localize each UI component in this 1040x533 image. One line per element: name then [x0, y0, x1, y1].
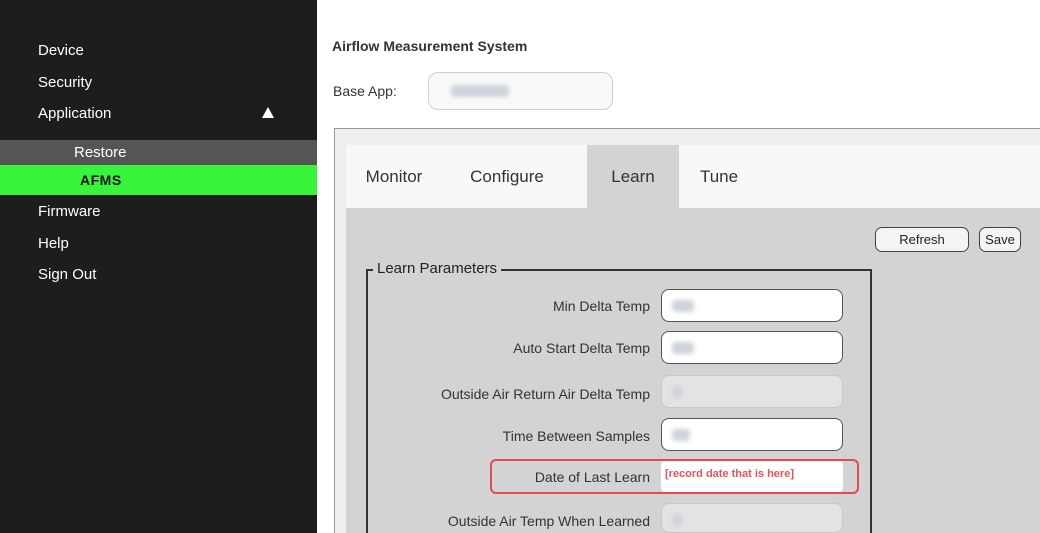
auto-start-delta-temp-field[interactable] — [661, 331, 843, 364]
oa-temp-when-learned-label: Outside Air Temp When Learned — [447, 513, 650, 529]
min-delta-temp-field[interactable] — [661, 289, 843, 322]
page-title: Airflow Measurement System — [332, 38, 528, 54]
redacted-value — [672, 300, 694, 312]
oa-temp-when-learned-field — [661, 503, 843, 533]
oa-ra-delta-temp-label: Outside Air Return Air Delta Temp — [440, 386, 650, 402]
base-app-field[interactable] — [428, 72, 613, 110]
learn-parameters-legend: Learn Parameters — [373, 260, 502, 277]
sidebar-item-restore[interactable]: Restore — [0, 140, 317, 165]
sidebar-item-firmware[interactable]: Firmware — [38, 203, 101, 221]
sidebar-item-help[interactable]: Help — [38, 235, 69, 253]
sidebar-item-afms[interactable]: AFMS — [0, 165, 317, 195]
refresh-button[interactable]: Refresh — [875, 227, 969, 252]
redacted-value — [672, 514, 682, 526]
redacted-value — [672, 429, 690, 441]
base-app-label: Base App: — [333, 83, 397, 99]
auto-start-delta-temp-label: Auto Start Delta Temp — [513, 340, 650, 356]
tab-tune[interactable]: Tune — [679, 145, 759, 208]
triangle-up-icon[interactable] — [262, 107, 274, 118]
save-button[interactable]: Save — [979, 227, 1021, 252]
sidebar-item-device[interactable]: Device — [38, 42, 84, 60]
sidebar-item-security[interactable]: Security — [38, 74, 92, 92]
redacted-value — [451, 85, 509, 97]
date-of-last-learn-value: [record date that is here] — [665, 468, 794, 480]
oa-ra-delta-temp-field — [661, 375, 843, 408]
date-of-last-learn-label: Date of Last Learn — [534, 469, 650, 485]
time-between-samples-field[interactable] — [661, 418, 843, 451]
min-delta-temp-label: Min Delta Temp — [552, 298, 650, 314]
redacted-value — [672, 386, 682, 398]
redacted-value — [672, 342, 694, 354]
time-between-samples-label: Time Between Samples — [502, 428, 650, 444]
sidebar-item-application[interactable]: Application — [38, 105, 111, 123]
tab-monitor[interactable]: Monitor — [355, 145, 433, 208]
sidebar: Device Security Application Restore AFMS… — [0, 0, 317, 533]
tab-configure[interactable]: Configure — [440, 145, 574, 208]
sidebar-item-sign-out[interactable]: Sign Out — [38, 266, 96, 284]
tab-learn[interactable]: Learn — [587, 145, 679, 208]
